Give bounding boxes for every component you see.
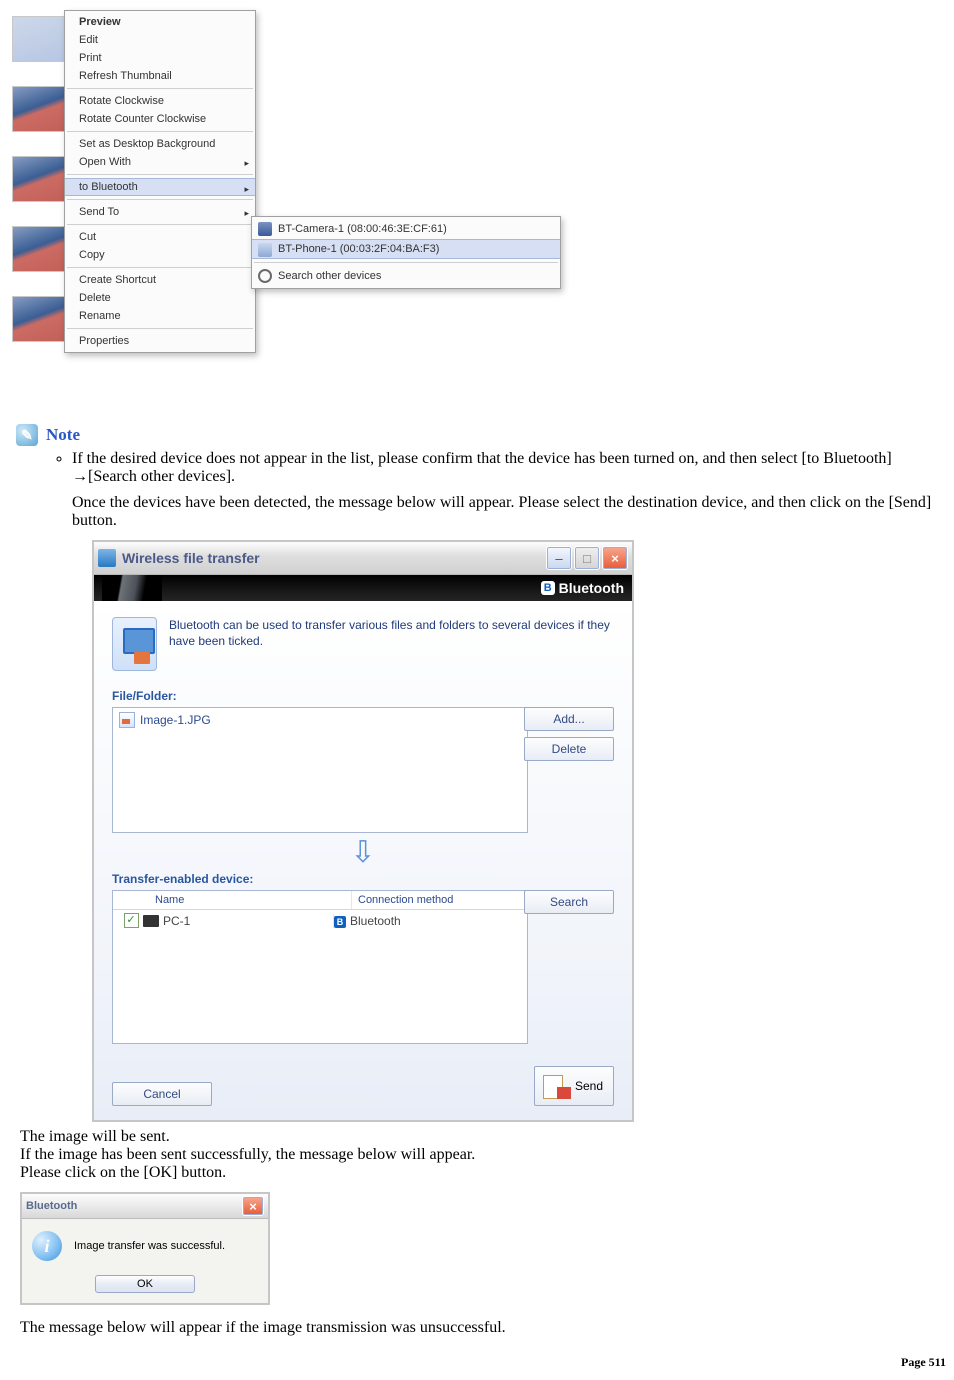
submenu-search-devices[interactable]: Search other devices — [252, 266, 560, 286]
paragraph-click-ok: Please click on the [OK] button. — [20, 1164, 952, 1182]
msgbox-close-button[interactable]: × — [242, 1196, 264, 1216]
file-list[interactable]: Image-1.JPG — [112, 707, 528, 833]
menu-to-bluetooth[interactable]: to Bluetooth▸ — [65, 178, 255, 196]
brand-label: BBluetooth — [541, 580, 624, 596]
bluetooth-submenu: BT-Camera-1 (08:00:46:3E:CF:61) BT-Phone… — [251, 216, 561, 289]
file-section-label: File/Folder: — [112, 689, 614, 703]
menu-edit[interactable]: Edit — [65, 31, 255, 49]
menu-cut[interactable]: Cut — [65, 228, 255, 246]
thumbnail-image — [10, 294, 68, 344]
thumbnail-blank — [10, 14, 68, 64]
col-name-header[interactable]: Name — [149, 891, 352, 909]
note-paragraph: Once the devices have been detected, the… — [72, 494, 952, 530]
msgbox-title: Bluetooth — [26, 1200, 77, 1212]
menu-print[interactable]: Print — [65, 49, 255, 67]
file-name: Image-1.JPG — [140, 713, 211, 727]
col-connection-header[interactable]: Connection method — [352, 891, 527, 909]
camera-icon — [258, 222, 272, 236]
device-checkbox[interactable]: ✓ — [124, 913, 139, 928]
window-title: Wireless file transfer — [122, 550, 544, 566]
note-heading-row: ✎ Note — [16, 424, 952, 446]
wireless-transfer-window: Wireless file transfer – □ × B Bluetooth … — [92, 540, 634, 1122]
ok-button[interactable]: OK — [95, 1275, 195, 1293]
thumbnail-column — [10, 10, 70, 406]
thumbnail-image — [10, 224, 68, 274]
thumbnail-image — [10, 84, 68, 134]
intro-text: Bluetooth can be used to transfer variou… — [169, 617, 614, 649]
bluetooth-icon: B — [334, 916, 346, 928]
submenu-device-camera[interactable]: BT-Camera-1 (08:00:46:3E:CF:61) — [252, 219, 560, 239]
info-icon: i — [32, 1231, 62, 1261]
add-button[interactable]: Add... — [524, 707, 614, 731]
context-menu-screenshot: Preview Edit Print Refresh Thumbnail Rot… — [10, 10, 952, 406]
menu-properties[interactable]: Properties — [65, 332, 255, 350]
device-table-header: Name Connection method — [113, 891, 527, 910]
close-button[interactable]: × — [602, 546, 628, 570]
menu-open-with[interactable]: Open With▸ — [65, 153, 255, 171]
send-icon — [541, 1073, 571, 1099]
cancel-button[interactable]: Cancel — [112, 1082, 212, 1106]
device-table: Name Connection method ✓ PC-1 B Bluetooth — [112, 890, 528, 1044]
page-footer: Page 511 — [10, 1355, 946, 1370]
file-icon — [119, 712, 135, 728]
titlebar: Wireless file transfer – □ × — [94, 542, 632, 575]
paragraph-sent: The image will be sent. — [20, 1128, 952, 1146]
menu-refresh-thumbnail[interactable]: Refresh Thumbnail — [65, 67, 255, 85]
menu-rename[interactable]: Rename — [65, 307, 255, 325]
send-button[interactable]: Send — [534, 1066, 614, 1106]
menu-rotate-cw[interactable]: Rotate Clockwise — [65, 92, 255, 110]
menu-delete[interactable]: Delete — [65, 289, 255, 307]
arrow-down-icon: ⇩ — [112, 835, 614, 870]
note-heading: Note — [46, 425, 80, 445]
device-method: Bluetooth — [350, 914, 401, 928]
menu-rotate-ccw[interactable]: Rotate Counter Clockwise — [65, 110, 255, 128]
window-body: Bluetooth can be used to transfer variou… — [94, 601, 632, 1120]
transfer-icon — [112, 617, 157, 671]
success-messagebox: Bluetooth × i Image transfer was success… — [20, 1192, 270, 1305]
note-bullet: If the desired device does not appear in… — [72, 450, 952, 530]
phone-icon — [258, 243, 272, 257]
device-section-label: Transfer-enabled device: — [112, 872, 614, 886]
context-menu: Preview Edit Print Refresh Thumbnail Rot… — [64, 10, 256, 353]
note-icon: ✎ — [16, 424, 38, 446]
minimize-button[interactable]: – — [546, 546, 572, 570]
thumbnail-image — [10, 154, 68, 204]
note-list: If the desired device does not appear in… — [54, 450, 952, 530]
pc-icon — [143, 915, 159, 927]
maximize-button[interactable]: □ — [574, 546, 600, 570]
brand-bar: BBluetooth — [94, 575, 632, 601]
file-row[interactable]: Image-1.JPG — [119, 712, 521, 728]
bluetooth-icon: B — [541, 581, 555, 595]
device-row[interactable]: ✓ PC-1 B Bluetooth — [113, 910, 527, 931]
menu-copy[interactable]: Copy — [65, 246, 255, 264]
menu-desktop-bg[interactable]: Set as Desktop Background — [65, 135, 255, 153]
paragraph-unsuccessful: The message below will appear if the ima… — [20, 1319, 952, 1337]
paragraph-success: If the image has been sent successfully,… — [20, 1146, 952, 1164]
app-icon — [98, 549, 116, 567]
menu-preview[interactable]: Preview — [65, 13, 255, 31]
delete-button[interactable]: Delete — [524, 737, 614, 761]
brand-decoration — [102, 575, 162, 601]
search-button[interactable]: Search — [524, 890, 614, 914]
search-icon — [258, 269, 272, 283]
submenu-device-phone[interactable]: BT-Phone-1 (00:03:2F:04:BA:F3) — [252, 239, 560, 259]
msgbox-titlebar: Bluetooth × — [22, 1194, 268, 1219]
menu-create-shortcut[interactable]: Create Shortcut — [65, 271, 255, 289]
menu-send-to[interactable]: Send To▸ — [65, 203, 255, 221]
device-name: PC-1 — [163, 914, 190, 928]
msgbox-message: Image transfer was successful. — [74, 1240, 225, 1252]
